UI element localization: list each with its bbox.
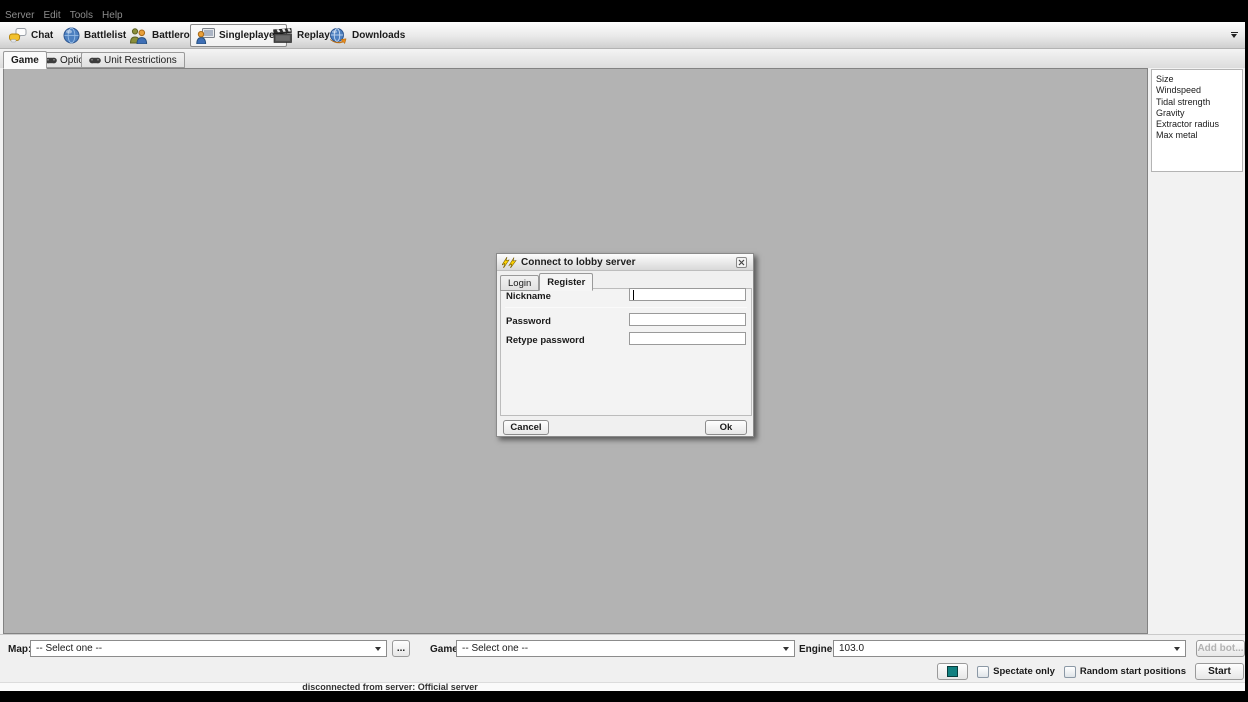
globe-icon (63, 27, 80, 44)
gamepad-icon (89, 56, 101, 65)
tab-label: Game (11, 55, 39, 66)
map-info-windspeed: Windspeed (1156, 85, 1242, 96)
game-select-value: -- Select one -- (462, 643, 528, 654)
main-toolbar: Chat Battlelist (0, 22, 1245, 49)
engine-select[interactable]: 103.0 (833, 640, 1186, 657)
menu-tools[interactable]: Tools (70, 10, 93, 21)
nickname-field[interactable] (629, 288, 746, 301)
random-start-checkbox[interactable] (1064, 666, 1076, 678)
browse-map-button[interactable]: ... (392, 640, 410, 657)
start-button[interactable]: Start (1195, 663, 1244, 680)
map-info-size: Size (1156, 74, 1242, 85)
close-icon[interactable] (736, 257, 747, 268)
spectate-label: Spectate only (993, 666, 1055, 677)
team-color-swatch (947, 666, 958, 677)
chat-icon (9, 28, 27, 43)
spectate-checkbox[interactable] (977, 666, 989, 678)
tab-game[interactable]: Game (3, 51, 47, 69)
tab-login[interactable]: Login (500, 275, 539, 291)
chevron-down-icon (375, 647, 381, 651)
ok-button[interactable]: Ok (705, 420, 747, 435)
tab-unit-restrictions[interactable]: Unit Restrictions (81, 52, 185, 68)
retype-password-field[interactable] (629, 332, 746, 345)
map-info-tidal: Tidal strength (1156, 97, 1242, 108)
retype-password-label: Retype password (506, 335, 585, 346)
password-label: Password (506, 316, 551, 327)
menubar: Server Edit Tools Help (0, 8, 1245, 22)
dialog-titlebar[interactable]: Connect to lobby server (497, 254, 753, 271)
password-field[interactable] (629, 313, 746, 326)
connect-dialog: Connect to lobby server Login Register N… (496, 253, 754, 437)
tab-label: Unit Restrictions (104, 55, 177, 66)
map-select-value: -- Select one -- (36, 643, 102, 654)
engine-select-value: 103.0 (839, 643, 864, 654)
gamepad-icon (45, 56, 57, 65)
chevron-down-icon (783, 647, 789, 651)
lightning-icon (502, 257, 517, 268)
toolbar-button-label: Chat (31, 30, 53, 41)
chevron-down-icon (1174, 647, 1180, 651)
add-bot-button[interactable]: Add bot... (1196, 640, 1245, 657)
map-info-gravity: Gravity (1156, 108, 1242, 119)
download-globe-icon (328, 28, 348, 44)
toolbar-overflow-icon[interactable] (1231, 32, 1238, 38)
singleplayer-tabstrip: Game Options Unit Restrictions (0, 49, 1245, 68)
app-window: Server Edit Tools Help Chat (0, 0, 1248, 702)
game-select[interactable]: -- Select one -- (456, 640, 795, 657)
singleplayer-icon (196, 28, 215, 44)
toolbar-button-chat[interactable]: Chat (3, 24, 62, 47)
text-caret (633, 290, 634, 300)
spectate-option: Spectate only (977, 666, 1055, 678)
divider (505, 307, 747, 308)
menu-help[interactable]: Help (102, 10, 123, 21)
tab-register[interactable]: Register (539, 273, 593, 291)
toolbar-button-label: Battlelist (84, 30, 126, 41)
connection-status: disconnected from server: Official serve… (0, 683, 780, 692)
map-info-extractor: Extractor radius (1156, 119, 1242, 130)
random-start-option: Random start positions (1064, 666, 1186, 678)
dialog-title: Connect to lobby server (521, 257, 635, 268)
nickname-label: Nickname (506, 291, 551, 302)
map-select[interactable]: -- Select one -- (30, 640, 387, 657)
statusbar: disconnected from server: Official serve… (0, 682, 1245, 691)
toolbar-button-label: Downloads (352, 30, 405, 41)
map-label: Map: (8, 644, 31, 655)
clapperboard-icon (273, 28, 293, 43)
cancel-button[interactable]: Cancel (503, 420, 549, 435)
engine-label: Engine: (799, 644, 836, 655)
map-info-panel: Size Windspeed Tidal strength Gravity Ex… (1151, 69, 1243, 172)
dialog-tabstrip: Login Register (500, 273, 593, 291)
start-options-row: Spectate only Random start positions Sta… (937, 663, 1244, 680)
team-color-button[interactable] (937, 663, 968, 680)
random-start-label: Random start positions (1080, 666, 1186, 677)
menu-edit[interactable]: Edit (43, 10, 60, 21)
two-users-icon (129, 28, 148, 44)
map-info-maxmetal: Max metal (1156, 130, 1242, 141)
toolbar-button-downloads[interactable]: Downloads (322, 24, 414, 47)
menu-server[interactable]: Server (5, 10, 34, 21)
